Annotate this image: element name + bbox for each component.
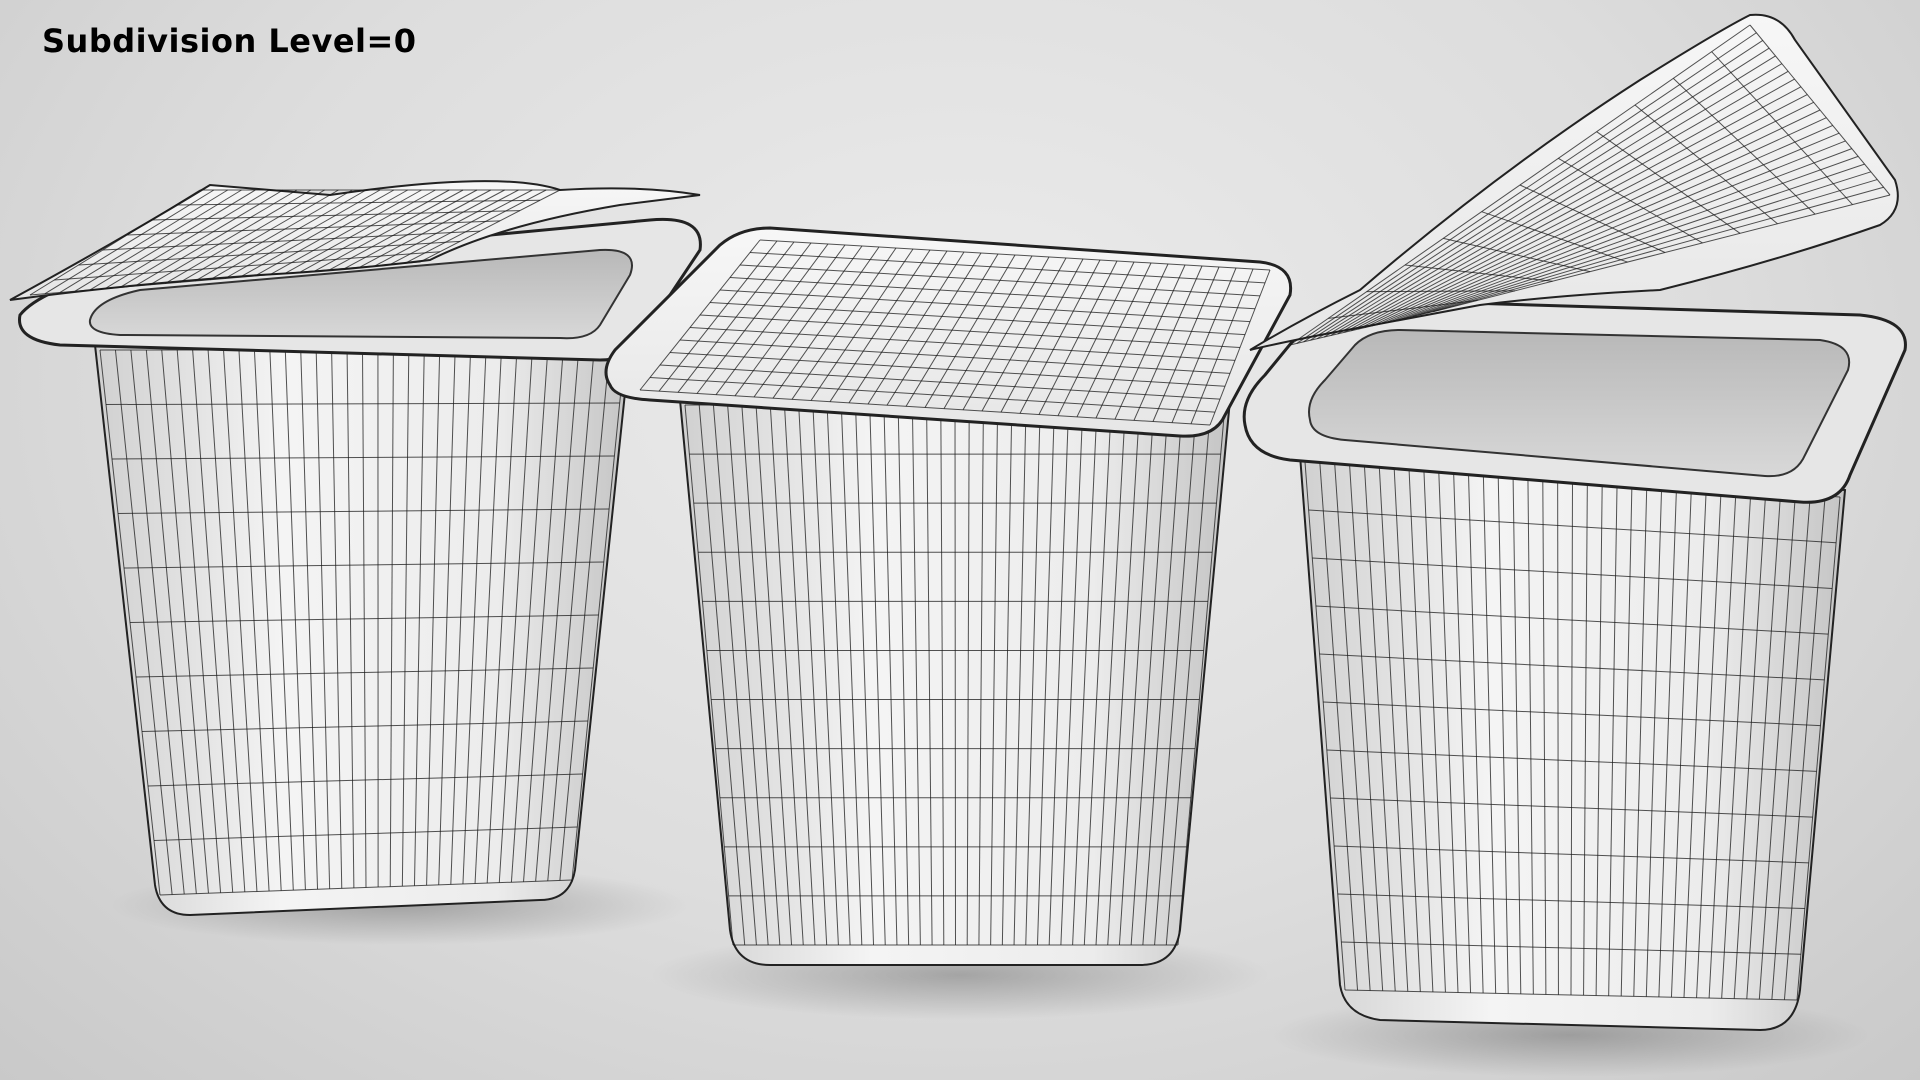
yogurt-cup-right — [1242, 13, 1907, 1032]
cup-right-lid — [1249, 13, 1899, 351]
yogurt-cup-center — [604, 226, 1293, 966]
cup-left-body — [93, 344, 632, 917]
render-viewport — [9, 13, 1907, 1077]
cup-center-lid — [604, 226, 1293, 438]
subdivision-level-label: Subdivision Level=0 — [42, 22, 417, 60]
wireframe-edge — [954, 404, 956, 946]
yogurt-cup-left — [9, 180, 702, 917]
